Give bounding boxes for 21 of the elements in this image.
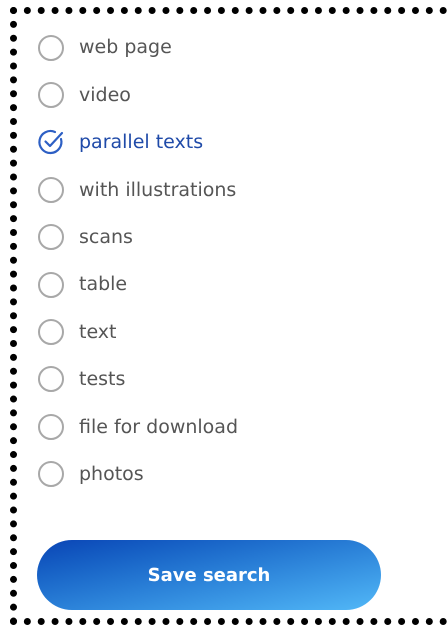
radio-button[interactable]: [37, 223, 65, 252]
option-label[interactable]: parallel texts: [79, 128, 204, 157]
option-label[interactable]: video: [79, 80, 131, 110]
radio-button[interactable]: [37, 81, 65, 110]
radio-button[interactable]: [37, 270, 65, 299]
option-label[interactable]: file for download: [79, 412, 238, 442]
option-label[interactable]: table: [79, 270, 128, 299]
radio-button[interactable]: [37, 412, 65, 441]
radio-button[interactable]: [37, 176, 65, 204]
option-label[interactable]: with illustrations: [79, 176, 236, 204]
save-search-button[interactable]: Save search: [37, 540, 381, 610]
option-label[interactable]: scans: [79, 223, 133, 252]
option-label[interactable]: web page: [79, 33, 172, 62]
radio-button[interactable]: [37, 34, 65, 62]
option-label[interactable]: tests: [79, 365, 126, 394]
option-label[interactable]: photos: [79, 460, 144, 488]
radio-button[interactable]: [37, 460, 65, 488]
check-circle-icon[interactable]: [37, 128, 65, 156]
radio-button[interactable]: [37, 365, 65, 394]
option-label[interactable]: text: [79, 318, 116, 346]
radio-button[interactable]: [37, 318, 65, 346]
